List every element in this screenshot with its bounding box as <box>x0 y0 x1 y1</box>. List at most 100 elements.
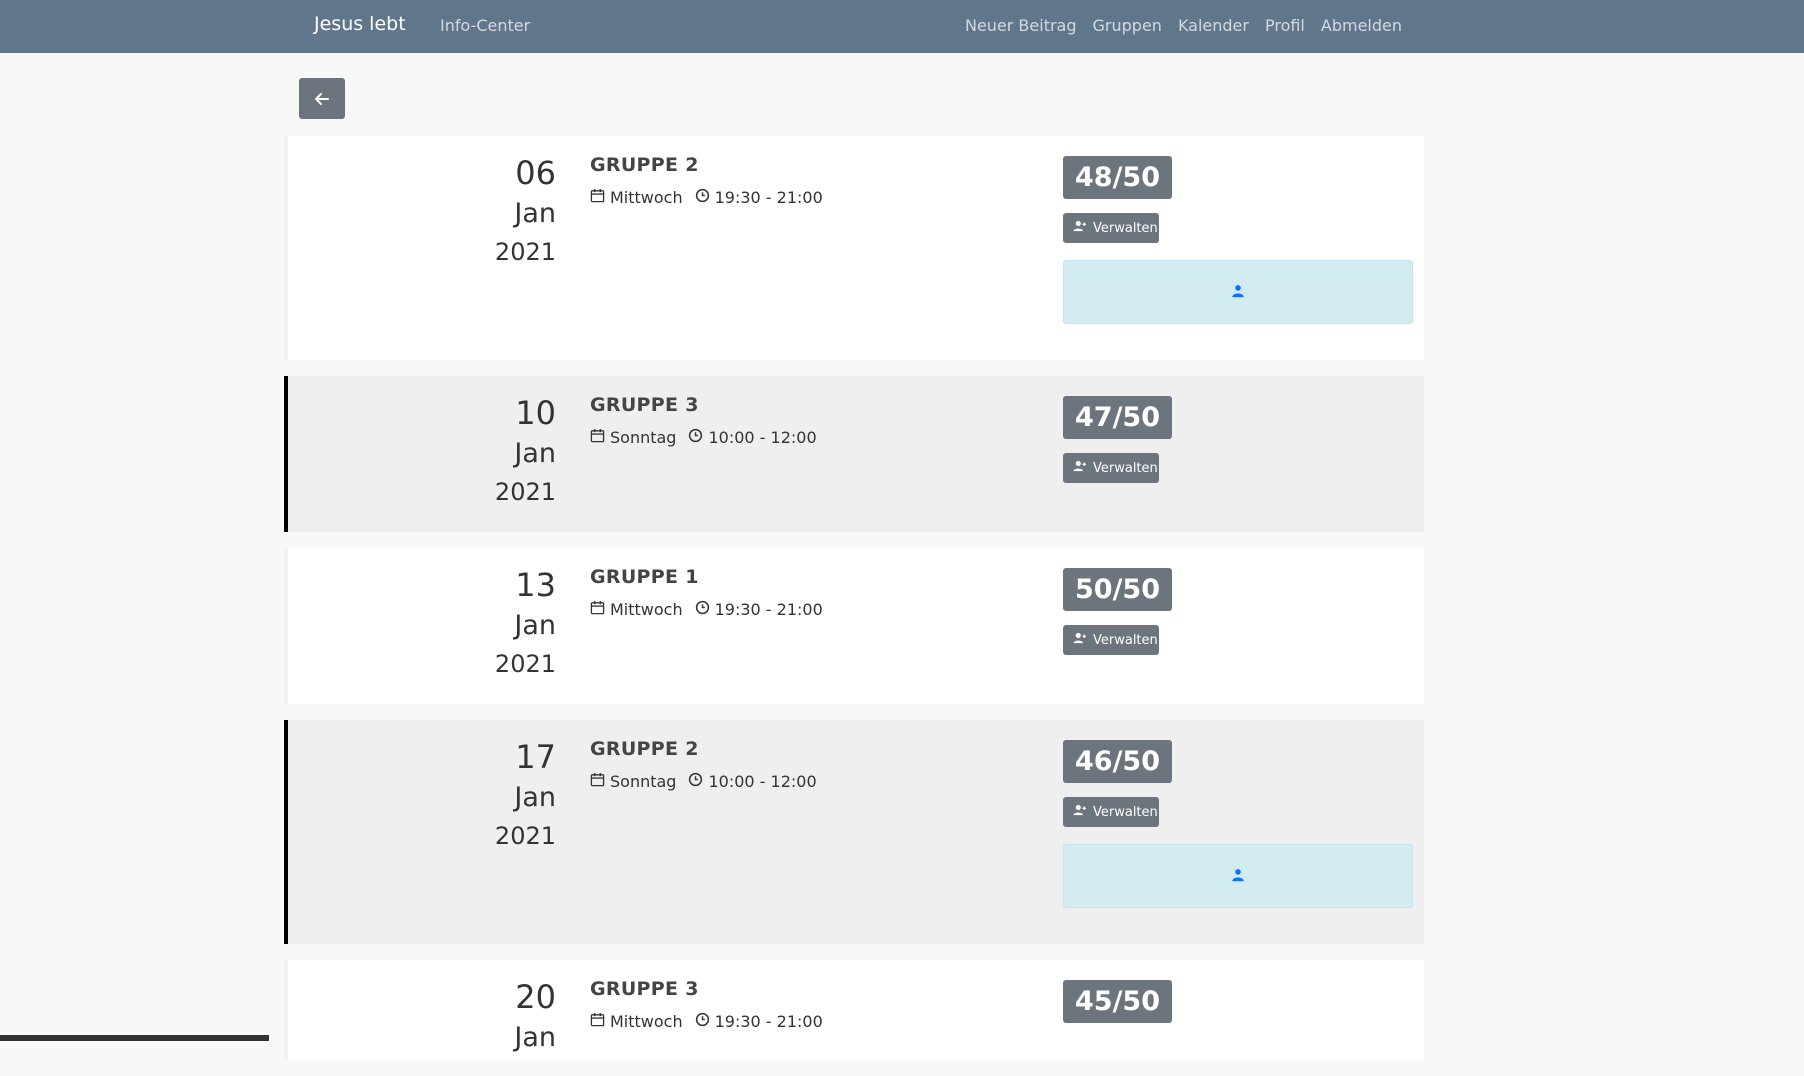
clock-icon <box>688 428 703 447</box>
attendance-count-badge: 46/50 <box>1063 740 1173 783</box>
user-add-icon <box>1073 804 1087 820</box>
event-time: 19:30 - 21:00 <box>695 1012 823 1031</box>
arrow-left-icon <box>315 92 329 105</box>
event-time-label: 19:30 - 21:00 <box>714 600 823 619</box>
calendar-icon <box>590 600 605 619</box>
event-info: GRUPPE 2 Mittwoch 19:30 - 21:00 <box>590 154 823 207</box>
event-time-label: 19:30 - 21:00 <box>714 1012 823 1031</box>
calendar-icon <box>590 772 605 791</box>
attendance-count-badge: 50/50 <box>1063 568 1173 611</box>
event-group-name: GRUPPE 2 <box>590 154 699 176</box>
nav-link-neuer-beitrag[interactable]: Neuer Beitrag <box>965 16 1077 35</box>
event-weekday: Mittwoch <box>590 1012 683 1031</box>
event-actions: 45/50 <box>1063 980 1413 1023</box>
manage-button[interactable]: Verwalten <box>1063 213 1159 243</box>
event-time-label: 10:00 - 12:00 <box>708 772 817 791</box>
event-month: Jan <box>514 438 556 469</box>
calendar-icon <box>590 428 605 447</box>
event-info: GRUPPE 2 Sonntag 10:00 - 12:00 <box>590 738 817 791</box>
manage-button-label: Verwalten <box>1093 632 1158 648</box>
event-month: Jan <box>514 610 556 641</box>
event-time: 19:30 - 21:00 <box>695 600 823 619</box>
event-weekday: Sonntag <box>590 772 676 791</box>
event-month: Jan <box>514 1022 556 1053</box>
event-year: 2021 <box>494 478 556 506</box>
attendance-count-badge: 45/50 <box>1063 980 1173 1023</box>
event-weekday: Mittwoch <box>590 600 683 619</box>
person-icon <box>1231 867 1245 886</box>
event-row: 20 Jan GRUPPE 3 Mittwoch 19:30 - 21:00 4… <box>284 960 1424 1060</box>
nav-link-profil[interactable]: Profil <box>1265 16 1305 35</box>
event-meta: Mittwoch 19:30 - 21:00 <box>590 600 823 619</box>
back-button[interactable] <box>299 78 345 119</box>
event-meta: Mittwoch 19:30 - 21:00 <box>590 188 823 207</box>
event-actions: 47/50 Verwalten <box>1063 396 1413 483</box>
event-day: 10 <box>515 394 556 432</box>
user-add-icon <box>1073 220 1087 236</box>
calendar-icon <box>590 1012 605 1031</box>
clock-icon <box>688 772 703 791</box>
event-row: 13 Jan 2021 GRUPPE 1 Mittwoch 19:30 - 21… <box>284 548 1424 704</box>
event-weekday-label: Mittwoch <box>610 600 683 619</box>
manage-button-label: Verwalten <box>1093 220 1158 236</box>
event-weekday-label: Sonntag <box>610 428 677 447</box>
clock-icon <box>695 600 710 619</box>
event-meta: Sonntag 10:00 - 12:00 <box>590 772 817 791</box>
event-group-name: GRUPPE 3 <box>590 394 699 416</box>
event-group-name: GRUPPE 3 <box>590 978 699 1000</box>
event-month: Jan <box>514 198 556 229</box>
event-row: 10 Jan 2021 GRUPPE 3 Sonntag 10:00 - 12:… <box>284 376 1424 532</box>
event-weekday: Sonntag <box>590 428 676 447</box>
event-day: 20 <box>515 978 556 1016</box>
nav-link-gruppen[interactable]: Gruppen <box>1093 16 1162 35</box>
event-month: Jan <box>514 782 556 813</box>
event-day: 17 <box>515 738 556 776</box>
event-info: GRUPPE 3 Mittwoch 19:30 - 21:00 <box>590 978 823 1031</box>
event-time: 10:00 - 12:00 <box>688 428 817 447</box>
nav-right-links: Neuer Beitrag Gruppen Kalender Profil Ab… <box>965 16 1402 35</box>
event-group-name: GRUPPE 2 <box>590 738 699 760</box>
event-meta: Sonntag 10:00 - 12:00 <box>590 428 817 447</box>
event-weekday-label: Mittwoch <box>610 188 683 207</box>
clock-icon <box>695 188 710 207</box>
manage-button-label: Verwalten <box>1093 804 1158 820</box>
user-add-icon <box>1073 460 1087 476</box>
manage-button[interactable]: Verwalten <box>1063 625 1159 655</box>
participant-box[interactable] <box>1063 844 1413 908</box>
calendar-icon <box>590 188 605 207</box>
manage-button-label: Verwalten <box>1093 460 1158 476</box>
nav-link-abmelden[interactable]: Abmelden <box>1321 16 1402 35</box>
event-time: 10:00 - 12:00 <box>688 772 817 791</box>
event-year: 2021 <box>494 238 556 266</box>
nav-link-kalender[interactable]: Kalender <box>1178 16 1249 35</box>
event-list: 06 Jan 2021 GRUPPE 2 Mittwoch 19:30 - 21… <box>284 136 1424 1076</box>
event-year: 2021 <box>494 822 556 850</box>
event-info: GRUPPE 3 Sonntag 10:00 - 12:00 <box>590 394 817 447</box>
event-actions: 48/50 Verwalten <box>1063 156 1413 324</box>
manage-button[interactable]: Verwalten <box>1063 453 1159 483</box>
event-row: 06 Jan 2021 GRUPPE 2 Mittwoch 19:30 - 21… <box>284 136 1424 360</box>
attendance-count-badge: 48/50 <box>1063 156 1173 199</box>
top-navbar: Jesus lebt Info-Center Neuer Beitrag Gru… <box>0 0 1804 53</box>
event-actions: 50/50 Verwalten <box>1063 568 1413 655</box>
event-info: GRUPPE 1 Mittwoch 19:30 - 21:00 <box>590 566 823 619</box>
brand-link[interactable]: Jesus lebt <box>314 13 406 35</box>
event-weekday: Mittwoch <box>590 188 683 207</box>
attendance-count-badge: 47/50 <box>1063 396 1173 439</box>
event-time: 19:30 - 21:00 <box>695 188 823 207</box>
participant-box[interactable] <box>1063 260 1413 324</box>
event-actions: 46/50 Verwalten <box>1063 740 1413 908</box>
event-day: 13 <box>515 566 556 604</box>
event-group-name: GRUPPE 1 <box>590 566 699 588</box>
event-year: 2021 <box>494 650 556 678</box>
manage-button[interactable]: Verwalten <box>1063 797 1159 827</box>
clock-icon <box>695 1012 710 1031</box>
event-meta: Mittwoch 19:30 - 21:00 <box>590 1012 823 1031</box>
event-time-label: 19:30 - 21:00 <box>714 188 823 207</box>
nav-link-info-center[interactable]: Info-Center <box>440 16 530 35</box>
user-add-icon <box>1073 632 1087 648</box>
event-weekday-label: Mittwoch <box>610 1012 683 1031</box>
event-weekday-label: Sonntag <box>610 772 677 791</box>
person-icon <box>1231 283 1245 302</box>
event-row: 17 Jan 2021 GRUPPE 2 Sonntag 10:00 - 12:… <box>284 720 1424 944</box>
